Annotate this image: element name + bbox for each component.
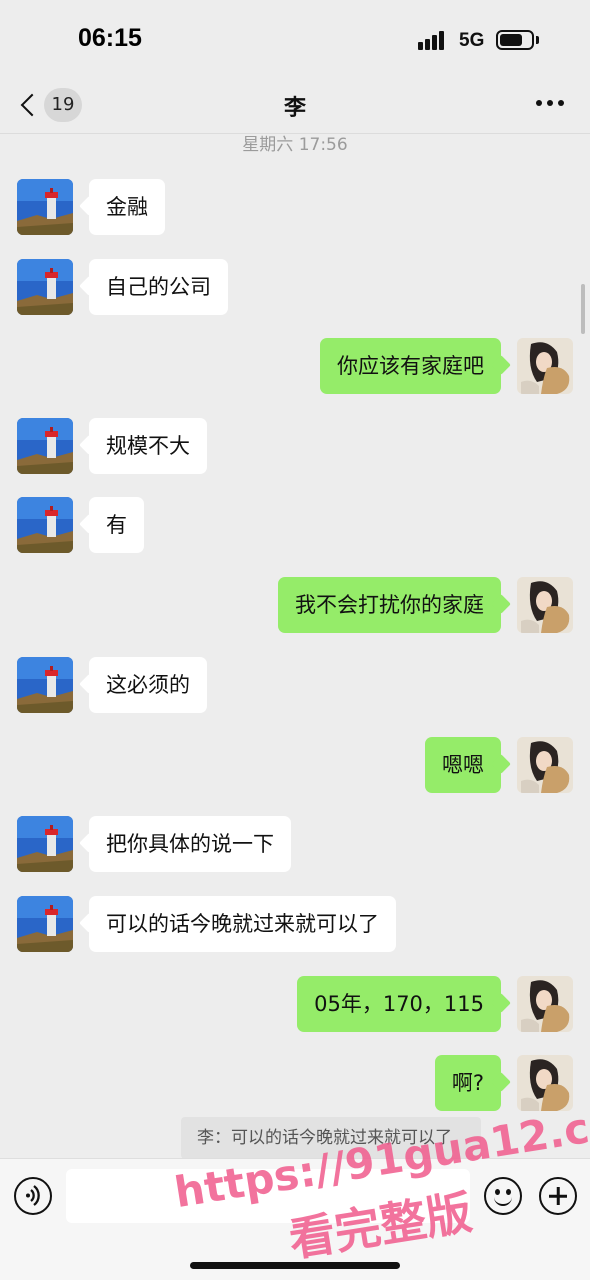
message-text: 可以的话今晚就过来就可以了 xyxy=(106,912,379,936)
my-avatar[interactable] xyxy=(517,1055,573,1111)
sent-bubble[interactable]: 啊? xyxy=(434,1055,501,1111)
received-bubble[interactable]: 这必须的 xyxy=(89,657,207,713)
message-row: 把你具体的说一下 xyxy=(0,816,590,876)
battery-tip xyxy=(536,36,539,44)
message-row: 有 xyxy=(0,497,590,557)
home-indicator xyxy=(190,1262,400,1269)
received-bubble[interactable]: 自己的公司 xyxy=(89,259,228,315)
message-text: 金融 xyxy=(106,195,148,219)
quoted-message[interactable]: 李：可以的话今晚就过来就可以了 xyxy=(181,1117,481,1159)
my-avatar[interactable] xyxy=(517,338,573,394)
received-bubble[interactable]: 可以的话今晚就过来就可以了 xyxy=(89,896,396,952)
message-row: 可以的话今晚就过来就可以了 xyxy=(0,896,590,956)
message-row: 金融 xyxy=(0,179,590,239)
signal-icon xyxy=(418,30,450,50)
message-text: 这必须的 xyxy=(106,673,190,697)
contact-avatar[interactable] xyxy=(17,497,73,553)
message-text: 把你具体的说一下 xyxy=(106,832,274,856)
battery-icon xyxy=(496,30,534,50)
message-row: 你应该有家庭吧 xyxy=(0,338,590,398)
message-row: 啊? xyxy=(0,1055,590,1115)
my-avatar[interactable] xyxy=(517,577,573,633)
contact-avatar[interactable] xyxy=(17,896,73,952)
message-text: 啊? xyxy=(451,1071,484,1095)
emoji-button[interactable] xyxy=(484,1177,522,1215)
received-bubble[interactable]: 有 xyxy=(89,497,144,553)
message-row: 我不会打扰你的家庭 xyxy=(0,577,590,637)
voice-button[interactable] xyxy=(14,1177,52,1215)
contact-avatar[interactable] xyxy=(17,259,73,315)
message-row: 自己的公司 xyxy=(0,259,590,319)
more-button[interactable] xyxy=(536,100,566,108)
message-row: 这必须的 xyxy=(0,657,590,717)
received-bubble[interactable]: 金融 xyxy=(89,179,165,235)
status-time: 06:15 xyxy=(78,24,142,52)
sent-bubble[interactable]: 我不会打扰你的家庭 xyxy=(278,577,501,633)
message-text: 自己的公司 xyxy=(106,275,211,299)
contact-avatar[interactable] xyxy=(17,657,73,713)
network-label: 5G xyxy=(459,30,485,51)
message-row: 05年，170，115 xyxy=(0,976,590,1036)
contact-avatar[interactable] xyxy=(17,418,73,474)
sent-bubble[interactable]: 你应该有家庭吧 xyxy=(320,338,501,394)
message-input[interactable] xyxy=(66,1169,470,1223)
message-row: 规模不大 xyxy=(0,418,590,478)
message-text: 05年，170，115 xyxy=(314,992,484,1016)
message-timestamp: 星期六 17:56 xyxy=(242,135,348,155)
status-bar: 06:15 5G xyxy=(0,0,590,80)
message-text: 我不会打扰你的家庭 xyxy=(295,593,484,617)
my-avatar[interactable] xyxy=(517,737,573,793)
chat-header: 19 李 xyxy=(0,80,590,134)
received-bubble[interactable]: 把你具体的说一下 xyxy=(89,816,291,872)
plus-icon[interactable] xyxy=(539,1177,577,1215)
message-row: 嗯嗯 xyxy=(0,737,590,797)
message-text: 有 xyxy=(106,513,127,537)
scrollbar[interactable] xyxy=(581,284,585,334)
sent-bubble[interactable]: 05年，170，115 xyxy=(297,976,501,1032)
sent-bubble[interactable]: 嗯嗯 xyxy=(425,737,501,793)
received-bubble[interactable]: 规模不大 xyxy=(89,418,207,474)
my-avatar[interactable] xyxy=(517,976,573,1032)
contact-avatar[interactable] xyxy=(17,179,73,235)
message-text: 你应该有家庭吧 xyxy=(337,354,484,378)
contact-avatar[interactable] xyxy=(17,816,73,872)
message-text: 嗯嗯 xyxy=(442,753,484,777)
chat-title: 李 xyxy=(283,96,306,121)
message-text: 规模不大 xyxy=(106,434,190,458)
